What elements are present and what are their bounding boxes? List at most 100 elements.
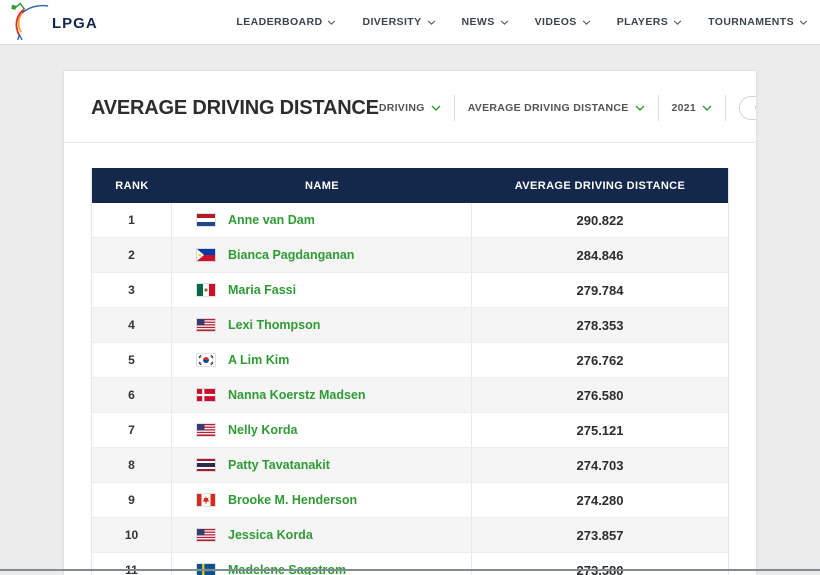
name-cell: Bianca Pagdanganan xyxy=(172,238,472,272)
filter-divider xyxy=(658,95,659,121)
chevron-down-icon xyxy=(702,102,712,114)
chevron-down-icon xyxy=(500,16,509,28)
table-row: 10 Jessica Korda 273.857 xyxy=(92,518,728,553)
player-link[interactable]: Maria Fassi xyxy=(228,283,296,297)
player-link[interactable]: Lexi Thompson xyxy=(228,318,320,332)
rank-cell: 9 xyxy=(92,483,172,517)
filter-divider xyxy=(725,95,726,121)
nav-item-tournaments[interactable]: TOURNAMENTS xyxy=(708,16,808,28)
name-cell: Maria Fassi xyxy=(172,273,472,307)
page-title: AVERAGE DRIVING DISTANCE xyxy=(91,97,379,120)
card-header: AVERAGE DRIVING DISTANCE DRIVING AVERAGE… xyxy=(64,71,756,143)
player-link[interactable]: Nelly Korda xyxy=(228,423,297,437)
value-cell: 273.857 xyxy=(472,528,728,543)
nav-menu: LEADERBOARD DIVERSITY NEWS VIDEOS PLAYERS TOU… xyxy=(236,16,810,28)
lpga-golfer-icon xyxy=(8,0,50,45)
name-cell: A Lim Kim xyxy=(172,343,472,377)
rank-cell: 4 xyxy=(92,308,172,342)
column-header-rank: RANK xyxy=(92,180,172,192)
chevron-down-icon xyxy=(582,16,591,28)
go-button[interactable]: GO xyxy=(739,96,757,120)
value-cell: 275.121 xyxy=(472,423,728,438)
chevron-down-icon xyxy=(635,102,645,114)
nav-item-label: LEADERBOARD xyxy=(236,16,322,28)
nav-item-players[interactable]: PLAYERS xyxy=(617,16,682,28)
rank-cell: 7 xyxy=(92,413,172,447)
rank-cell: 3 xyxy=(92,273,172,307)
season-dropdown-label: 2021 xyxy=(672,102,697,114)
name-cell: Lexi Thompson xyxy=(172,308,472,342)
player-link[interactable]: Brooke M. Henderson xyxy=(228,493,357,507)
column-header-value: AVERAGE DRIVING DISTANCE xyxy=(472,180,728,192)
value-cell: 276.762 xyxy=(472,353,728,368)
season-dropdown[interactable]: 2021 xyxy=(672,102,713,114)
table-body: 1Anne van Dam290.8222Bianca Pagdanganan2… xyxy=(92,203,728,575)
chevron-down-icon xyxy=(799,16,808,28)
value-cell: 290.822 xyxy=(472,213,728,228)
category-dropdown[interactable]: DRIVING xyxy=(379,102,441,114)
column-header-name: NAME xyxy=(172,180,472,192)
player-link[interactable]: Anne van Dam xyxy=(228,213,315,227)
name-cell: Madelene Sagstrom xyxy=(172,553,472,575)
rank-cell: 2 xyxy=(92,238,172,272)
value-cell: 276.580 xyxy=(472,388,728,403)
table-row: 8 Patty Tavatanakit 274.703 xyxy=(92,448,728,483)
chevron-down-icon xyxy=(327,16,336,28)
flag-icon-usa xyxy=(197,319,215,331)
chevron-down-icon xyxy=(427,16,436,28)
leaderboard-table: RANK NAME AVERAGE DRIVING DISTANCE 1 Anne… xyxy=(91,168,729,575)
top-navigation-bar: LPGA LEADERBOARD DIVERSITY NEWS VIDEOS PLAYE… xyxy=(0,0,820,45)
lpga-logo[interactable]: LPGA xyxy=(8,0,98,45)
chevron-down-icon xyxy=(431,102,441,114)
name-cell: Patty Tavatanakit xyxy=(172,448,472,482)
window-bottom-edge xyxy=(0,569,820,571)
lpga-wordmark: LPGA xyxy=(52,15,98,32)
stat-dropdown-label: AVERAGE DRIVING DISTANCE xyxy=(468,102,629,114)
table-row: 9 Brooke M. Henderson 274.280 xyxy=(92,483,728,518)
value-cell: 274.703 xyxy=(472,458,728,473)
name-cell: Jessica Korda xyxy=(172,518,472,552)
name-cell: Nanna Koerstz Madsen xyxy=(172,378,472,412)
table-row: 11Madelene Sagstrom273.580 xyxy=(92,553,728,575)
flag-icon-canada xyxy=(197,494,215,506)
nav-item-label: DIVERSITY xyxy=(362,16,421,28)
player-link[interactable]: Jessica Korda xyxy=(228,528,313,542)
value-cell: 284.846 xyxy=(472,248,728,263)
nav-item-label: PLAYERS xyxy=(617,16,668,28)
flag-icon-netherlands xyxy=(197,214,215,226)
nav-item-videos[interactable]: VIDEOS xyxy=(535,16,591,28)
table-row: 7 Nelly Korda 275.121 xyxy=(92,413,728,448)
flag-icon-thailand xyxy=(197,459,215,471)
player-link[interactable]: Patty Tavatanakit xyxy=(228,458,330,472)
rank-cell: 6 xyxy=(92,378,172,412)
player-link[interactable]: Bianca Pagdanganan xyxy=(228,248,354,262)
value-cell: 274.280 xyxy=(472,493,728,508)
filter-divider xyxy=(454,95,455,121)
player-link[interactable]: A Lim Kim xyxy=(228,353,289,367)
flag-icon-usa xyxy=(197,529,215,541)
table-row: 4Lexi Thompson278.353 xyxy=(92,308,728,343)
nav-item-label: VIDEOS xyxy=(535,16,577,28)
table-row: 2 Bianca Pagdanganan 284.846 xyxy=(92,238,728,273)
rank-cell: 1 xyxy=(92,203,172,237)
table-row: 5 A Lim Kim 276.762 xyxy=(92,343,728,378)
flag-icon-usa xyxy=(197,424,215,436)
nav-item-diversity[interactable]: DIVERSITY xyxy=(362,16,435,28)
chevron-down-icon xyxy=(673,16,682,28)
nav-item-leaderboard[interactable]: LEADERBOARD xyxy=(236,16,336,28)
nav-item-news[interactable]: NEWS xyxy=(462,16,509,28)
rank-cell: 5 xyxy=(92,343,172,377)
rank-cell: 8 xyxy=(92,448,172,482)
category-dropdown-label: DRIVING xyxy=(379,102,425,114)
rank-cell: 11 xyxy=(92,553,172,575)
flag-icon-mexico xyxy=(197,284,215,296)
name-cell: Nelly Korda xyxy=(172,413,472,447)
table-header-row: RANK NAME AVERAGE DRIVING DISTANCE xyxy=(92,168,728,203)
flag-icon-philippines xyxy=(197,249,215,261)
flag-icon-south-korea xyxy=(197,354,215,366)
stat-dropdown[interactable]: AVERAGE DRIVING DISTANCE xyxy=(468,102,645,114)
rank-cell: 10 xyxy=(92,518,172,552)
table-row: 1 Anne van Dam 290.822 xyxy=(92,203,728,238)
nav-item-label: NEWS xyxy=(462,16,495,28)
player-link[interactable]: Nanna Koerstz Madsen xyxy=(228,388,366,402)
